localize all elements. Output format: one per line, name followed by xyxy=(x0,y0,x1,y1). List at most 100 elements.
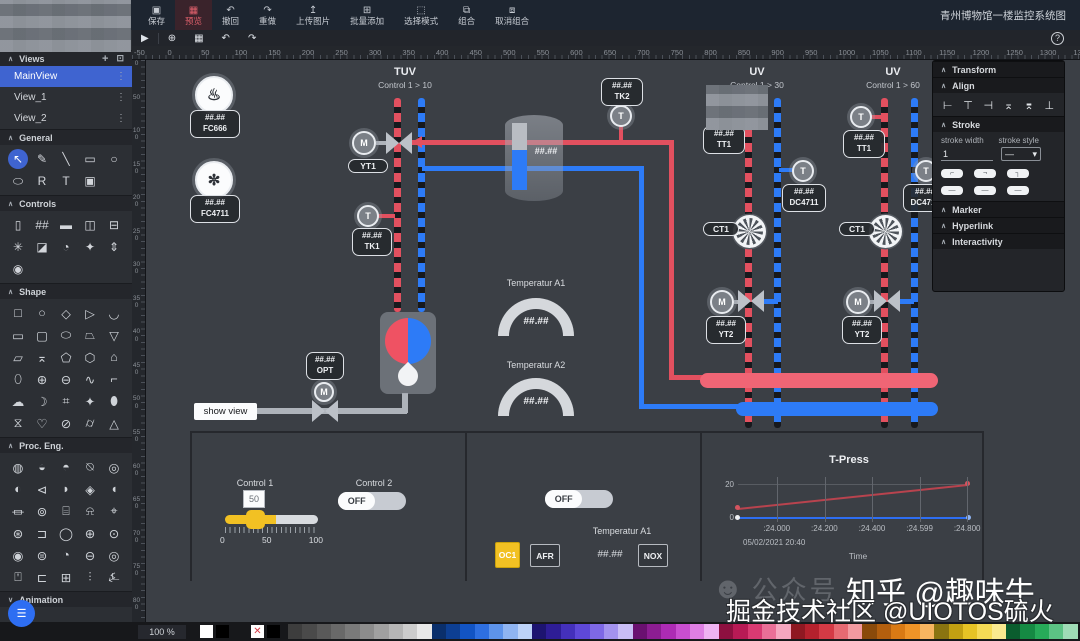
fc4711-label-box[interactable]: ##.## FC4711 xyxy=(190,195,240,223)
t-press-chart[interactable]: T-Press 20 0 :24.000 :24.200 :24.400 :24… xyxy=(716,452,982,577)
palette-swatch[interactable] xyxy=(603,624,619,639)
palette-swatch[interactable] xyxy=(560,624,576,639)
tk2-sensor-circle[interactable]: T xyxy=(610,105,632,127)
topbar-item[interactable]: ↥ 上传图片 xyxy=(286,0,340,30)
control1-slider-track[interactable] xyxy=(225,515,318,524)
oc1-button[interactable]: OC1 xyxy=(495,542,520,568)
palette-swatch[interactable] xyxy=(661,624,676,639)
shape-icon[interactable]: ⬡ xyxy=(78,347,102,367)
palette-swatch[interactable] xyxy=(517,624,533,639)
uv2-yt2-motor-circle[interactable]: M xyxy=(846,290,870,314)
show-view-button[interactable]: show view xyxy=(194,403,257,420)
proc-shape-icon[interactable]: ⍼ xyxy=(102,567,126,587)
palette-swatch[interactable] xyxy=(675,624,691,639)
shape-icon[interactable]: ⌭ xyxy=(78,413,102,433)
views-menu-icon[interactable]: ⊡ xyxy=(116,53,124,64)
tool-icon[interactable]: R xyxy=(30,171,54,191)
afr-button[interactable]: AFR xyxy=(530,544,560,567)
tool-icon[interactable]: ↖ xyxy=(8,149,28,169)
proc-shape-icon[interactable]: ◓ xyxy=(54,457,78,477)
view-list-item[interactable]: MainView ⋮ xyxy=(0,66,132,87)
proc-shape-icon[interactable]: ◔ xyxy=(54,545,78,565)
proc-shape-icon[interactable]: ⍞ xyxy=(6,567,30,587)
shape-icon[interactable]: ▱ xyxy=(6,347,30,367)
shape-icon[interactable]: ♡ xyxy=(30,413,54,433)
connector-line-button[interactable]: — xyxy=(974,186,996,195)
proc-shape-icon[interactable]: ◎ xyxy=(102,545,126,565)
palette-swatch[interactable] xyxy=(575,624,590,639)
opt-motor-circle[interactable]: M xyxy=(314,382,334,402)
redo-icon[interactable]: ↷ xyxy=(239,33,265,44)
palette-swatch[interactable] xyxy=(589,624,604,639)
palette-swatch[interactable] xyxy=(532,624,547,639)
control-tool-icon[interactable]: ⊟ xyxy=(102,215,126,235)
shape-icon[interactable]: ▭ xyxy=(6,325,30,345)
proc-shape-icon[interactable]: ⊚ xyxy=(30,501,54,521)
red-supply-pipe-v[interactable] xyxy=(669,140,674,380)
align-icon[interactable]: ⊢ xyxy=(941,99,954,112)
play-icon[interactable]: ▶ xyxy=(132,33,158,44)
red-header-pipe[interactable] xyxy=(700,373,938,388)
palette-swatch[interactable] xyxy=(331,624,346,639)
palette-swatch[interactable] xyxy=(474,624,490,639)
palette-swatch[interactable] xyxy=(704,624,719,639)
palette-swatch[interactable] xyxy=(402,624,418,639)
black-swatch[interactable] xyxy=(267,625,280,638)
marker-section-header[interactable]: ∧ Marker xyxy=(933,201,1064,217)
tool-icon[interactable]: ▭ xyxy=(78,149,102,169)
shape-icon[interactable]: ⊘ xyxy=(54,413,78,433)
uv1-ct1-label[interactable]: CT1 xyxy=(703,222,739,236)
connector-line-button[interactable]: — xyxy=(1007,186,1029,195)
add-view-icon[interactable]: + xyxy=(102,53,108,65)
fc4711-thermometer-icon[interactable]: ✼ xyxy=(195,161,233,199)
uv1-dc4711-label-box[interactable]: ##.## DC4711 xyxy=(782,184,826,212)
shape-icon[interactable]: ⬭ xyxy=(54,325,78,345)
proc-shape-icon[interactable]: ⊛ xyxy=(6,523,30,543)
view-list-item[interactable]: View_1 ⋮ xyxy=(0,87,132,108)
tuv-red-pipe[interactable] xyxy=(394,98,401,312)
proc-shape-icon[interactable]: ◈ xyxy=(78,479,102,499)
stroke-section-header[interactable]: ∧ Stroke xyxy=(933,116,1064,132)
tool-icon[interactable]: T xyxy=(54,171,78,191)
uv2-yt2-label-box[interactable]: ##.## YT2 xyxy=(842,316,882,344)
help-icon[interactable]: ? xyxy=(1051,31,1064,45)
palette-swatch[interactable] xyxy=(316,624,332,639)
stroke-width-input[interactable] xyxy=(941,147,993,161)
uv2-yt2-valve[interactable] xyxy=(874,290,900,312)
palette-swatch[interactable] xyxy=(431,624,446,639)
stroke-style-select[interactable]: — ▾ xyxy=(1001,147,1041,161)
proc-shape-icon[interactable]: ◍ xyxy=(6,457,30,477)
shape-icon[interactable]: ⌗ xyxy=(54,391,78,411)
shape-icon[interactable]: ⌅ xyxy=(30,347,54,367)
uv2-ct1-label[interactable]: CT1 xyxy=(839,222,875,236)
topbar-item[interactable]: ⊞ 批量添加 xyxy=(340,0,394,30)
align-icon[interactable]: ⊣ xyxy=(982,99,995,112)
shape-icon[interactable]: ⌐ xyxy=(102,369,126,389)
control-tool-icon[interactable]: ## xyxy=(30,215,54,235)
kebab-menu-icon[interactable]: ⋮ xyxy=(116,92,126,103)
proc-shape-icon[interactable]: ⌸ xyxy=(54,501,78,521)
opt-label-box[interactable]: ##.## OPT xyxy=(306,352,344,380)
proc-shape-icon[interactable]: ⊖ xyxy=(78,545,102,565)
proc-shape-icon[interactable]: ◯ xyxy=(54,523,78,543)
shape-icon[interactable]: ⬮ xyxy=(102,391,126,411)
tk1-label-box[interactable]: ##.## TK1 xyxy=(352,228,392,256)
shape-icon[interactable]: ▢ xyxy=(30,325,54,345)
shape-icon[interactable]: ○ xyxy=(30,303,54,323)
shape-icon[interactable]: ▷ xyxy=(78,303,102,323)
uv1-dc4711-circle[interactable]: T xyxy=(792,160,814,182)
palette-swatch[interactable] xyxy=(646,624,662,639)
control-tool-icon[interactable]: ▬ xyxy=(54,215,78,235)
palette-swatch[interactable] xyxy=(345,624,360,639)
proc-shape-icon[interactable]: ⊜ xyxy=(30,545,54,565)
shape-icon[interactable]: ⧖ xyxy=(6,413,30,433)
tool-icon[interactable]: ○ xyxy=(102,149,126,169)
proc-shape-icon[interactable]: ⍾ xyxy=(78,501,102,521)
topbar-item[interactable]: ▦ 预览 xyxy=(175,0,213,30)
uv2-tt1-circle[interactable]: T xyxy=(850,106,872,128)
hyperlink-section-header[interactable]: ∧ Hyperlink xyxy=(933,217,1064,233)
menu-fab-button[interactable]: ☰ xyxy=(8,600,35,627)
controls-section-header[interactable]: ∧ Controls xyxy=(0,195,132,211)
align-icon[interactable]: ⌆ xyxy=(1022,99,1035,112)
proc-shape-icon[interactable]: ⊲ xyxy=(30,479,54,499)
